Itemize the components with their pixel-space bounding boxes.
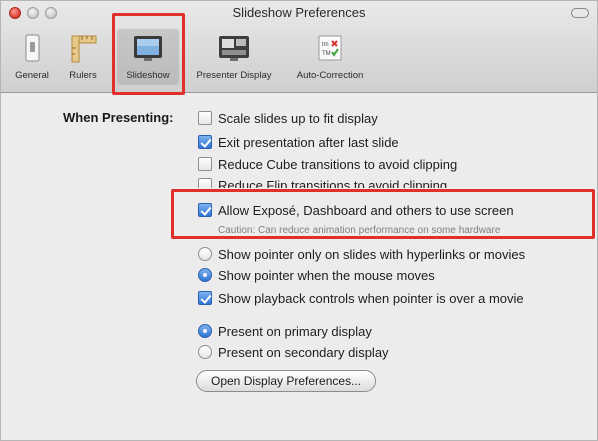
pointer-hyperlinks-option[interactable]: Show pointer only on slides with hyperli… xyxy=(198,245,525,263)
scale-slides-label: Scale slides up to fit display xyxy=(218,110,378,126)
secondary-display-radio[interactable] xyxy=(198,345,212,359)
toolbar-label-rulers: Rulers xyxy=(69,70,97,81)
toolbar-label-auto-correction: Auto-Correction xyxy=(296,70,364,81)
toolbar-item-slideshow[interactable]: Slideshow xyxy=(117,29,179,85)
exit-presentation-option[interactable]: Exit presentation after last slide xyxy=(198,133,399,151)
exit-presentation-checkbox[interactable] xyxy=(198,135,212,149)
reduce-cube-option[interactable]: Reduce Cube transitions to avoid clippin… xyxy=(198,155,457,173)
allow-expose-checkbox[interactable] xyxy=(198,203,212,217)
allow-expose-option[interactable]: Allow Exposé, Dashboard and others to us… xyxy=(198,201,514,219)
pointer-mouse-option[interactable]: Show pointer when the mouse moves xyxy=(198,266,435,284)
toolbar-label-presenter-display: Presenter Display xyxy=(196,70,272,81)
scale-slides-checkbox[interactable] xyxy=(198,111,212,125)
reduce-cube-label: Reduce Cube transitions to avoid clippin… xyxy=(218,156,458,172)
pointer-mouse-radio[interactable] xyxy=(198,268,212,282)
toolbar-item-rulers[interactable]: Rulers xyxy=(61,29,105,85)
auto-correction-icon: tm TM xyxy=(318,35,342,61)
reduce-flip-checkbox[interactable] xyxy=(198,178,212,188)
reduce-flip-label: Reduce Flip transitions to avoid clippin… xyxy=(218,177,448,189)
toolbar-label-general: General xyxy=(15,70,49,81)
exit-presentation-label: Exit presentation after last slide xyxy=(218,134,399,150)
reduce-cube-checkbox[interactable] xyxy=(198,157,212,171)
playback-controls-option[interactable]: Show playback controls when pointer is o… xyxy=(198,289,524,307)
svg-text:TM: TM xyxy=(322,51,331,57)
toolbar-label-slideshow: Slideshow xyxy=(126,70,170,81)
ruler-icon xyxy=(71,35,97,63)
pointer-hyperlinks-label: Show pointer only on slides with hyperli… xyxy=(218,246,526,262)
preferences-window: Slideshow Preferences General Rulers Sli… xyxy=(0,0,598,441)
open-display-preferences-button[interactable]: Open Display Preferences... xyxy=(196,370,377,392)
toolbar-item-general[interactable]: General xyxy=(7,29,57,85)
slideshow-pane: When Presenting: Scale slides up to fit … xyxy=(1,93,597,440)
playback-controls-checkbox[interactable] xyxy=(198,291,212,305)
primary-display-radio[interactable] xyxy=(198,324,212,338)
pointer-hyperlinks-radio[interactable] xyxy=(198,247,212,261)
svg-text:tm: tm xyxy=(322,42,329,48)
allow-expose-label: Allow Exposé, Dashboard and others to us… xyxy=(218,202,514,218)
primary-display-option[interactable]: Present on primary display xyxy=(198,322,372,340)
scale-slides-option[interactable]: Scale slides up to fit display xyxy=(198,109,378,127)
pointer-mouse-label: Show pointer when the mouse moves xyxy=(218,267,435,283)
primary-display-label: Present on primary display xyxy=(218,323,372,339)
window-chrome: Slideshow Preferences General Rulers Sli… xyxy=(1,1,597,93)
general-switch-icon xyxy=(25,34,40,62)
presenter-display-icon xyxy=(219,36,249,61)
when-presenting-label: When Presenting: xyxy=(63,110,174,125)
secondary-display-label: Present on secondary display xyxy=(218,344,389,360)
reduce-flip-option[interactable]: Reduce Flip transitions to avoid clippin… xyxy=(198,176,447,188)
slideshow-screen-icon xyxy=(134,36,162,61)
toolbar-toggle-button[interactable] xyxy=(571,8,589,18)
toolbar-item-auto-correction[interactable]: tm TM Auto-Correction xyxy=(287,29,373,85)
playback-controls-label: Show playback controls when pointer is o… xyxy=(218,290,524,306)
secondary-display-option[interactable]: Present on secondary display xyxy=(198,343,389,361)
caution-note: Caution: Can reduce animation performanc… xyxy=(218,225,501,236)
titlebar: Slideshow Preferences xyxy=(1,1,597,23)
window-title: Slideshow Preferences xyxy=(232,5,366,20)
toolbar-item-presenter-display[interactable]: Presenter Display xyxy=(185,29,283,85)
preferences-toolbar: General Rulers Slideshow Presenter Displ… xyxy=(1,25,597,91)
